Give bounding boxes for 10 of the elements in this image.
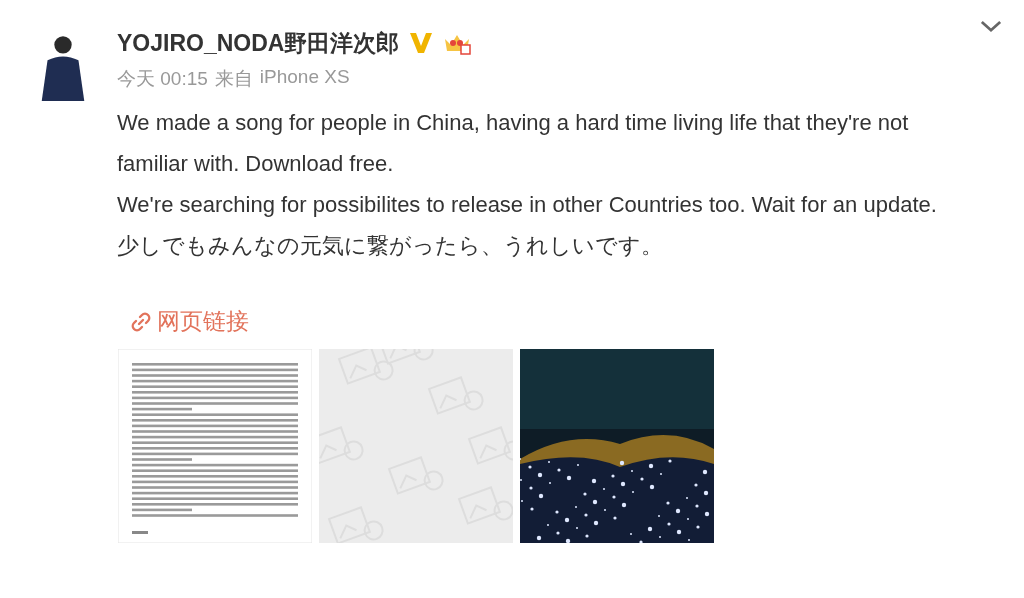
- post-source[interactable]: iPhone XS: [259, 66, 350, 92]
- post-text: 少しでもみんなの元気に繋がったら、うれしいです。: [117, 232, 664, 260]
- link-icon: [131, 311, 151, 332]
- post-time: 今天 00:15: [117, 67, 208, 91]
- post-text: We made a song for people in China, having a hard time living life that they're not familiar with. Download free.: [117, 109, 910, 178]
- web-link[interactable]: 网页链接: [131, 306, 249, 337]
- post-text: We're searching for possibilites to release in other Countries too. Wait for an update.: [117, 191, 938, 219]
- chevron-down-icon[interactable]: [980, 20, 1002, 33]
- author-name[interactable]: YOJIRO_NODA野田洋次郎: [117, 27, 400, 59]
- source-label: 来自: [214, 67, 253, 91]
